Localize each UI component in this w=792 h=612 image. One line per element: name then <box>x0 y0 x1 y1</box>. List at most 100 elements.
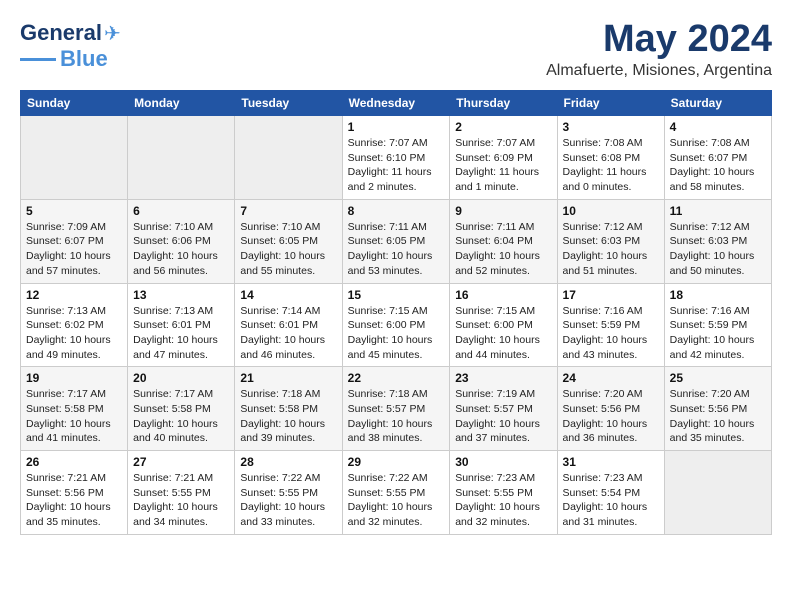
header: General ✈ Blue May 2024 Almafuerte, Misi… <box>20 20 772 80</box>
day-info: Sunrise: 7:17 AM Sunset: 5:58 PM Dayligh… <box>133 387 229 446</box>
day-number: 23 <box>455 371 551 385</box>
table-row: 11Sunrise: 7:12 AM Sunset: 6:03 PM Dayli… <box>664 199 771 283</box>
day-info: Sunrise: 7:08 AM Sunset: 6:08 PM Dayligh… <box>563 136 659 195</box>
day-number: 15 <box>348 288 445 302</box>
day-number: 30 <box>455 455 551 469</box>
day-info: Sunrise: 7:07 AM Sunset: 6:09 PM Dayligh… <box>455 136 551 195</box>
day-number: 1 <box>348 120 445 134</box>
table-row: 9 Sunrise: 7:11 AM Sunset: 6:04 PM Daylig… <box>450 199 557 283</box>
table-row <box>128 116 235 200</box>
table-row: 31 Sunrise: 7:23 AM Sunset: 5:54 PM Dayli… <box>557 451 664 535</box>
col-sunday: Sunday <box>21 91 128 116</box>
day-info: Sunrise: 7:12 AM Sunset: 6:03 PM Dayligh… <box>563 220 659 279</box>
table-row: 26Sunrise: 7:21 AM Sunset: 5:56 PM Dayli… <box>21 451 128 535</box>
col-tuesday: Tuesday <box>235 91 342 116</box>
day-info: Sunrise: 7:20 AM Sunset: 5:56 PM Dayligh… <box>670 387 766 446</box>
day-info: Sunrise: 7:21 AM Sunset: 5:55 PM Dayligh… <box>133 471 229 530</box>
calendar-title: May 2024 <box>546 20 772 58</box>
day-info: Sunrise: 7:22 AM Sunset: 5:55 PM Dayligh… <box>240 471 336 530</box>
day-number: 22 <box>348 371 445 385</box>
calendar-week-row: 26Sunrise: 7:21 AM Sunset: 5:56 PM Dayli… <box>21 451 772 535</box>
day-number: 17 <box>563 288 659 302</box>
table-row: 4Sunrise: 7:08 AM Sunset: 6:07 PM Daylig… <box>664 116 771 200</box>
col-saturday: Saturday <box>664 91 771 116</box>
table-row: 15Sunrise: 7:15 AM Sunset: 6:00 PM Dayli… <box>342 283 450 367</box>
day-number: 8 <box>348 204 445 218</box>
day-number: 12 <box>26 288 122 302</box>
col-friday: Friday <box>557 91 664 116</box>
day-number: 5 <box>26 204 122 218</box>
day-number: 21 <box>240 371 336 385</box>
table-row <box>664 451 771 535</box>
day-number: 25 <box>670 371 766 385</box>
day-info: Sunrise: 7:14 AM Sunset: 6:01 PM Dayligh… <box>240 304 336 363</box>
table-row: 23 Sunrise: 7:19 AM Sunset: 5:57 PM Dayli… <box>450 367 557 451</box>
day-number: 20 <box>133 371 229 385</box>
day-info: Sunrise: 7:11 AM Sunset: 6:05 PM Dayligh… <box>348 220 445 279</box>
day-info: Sunrise: 7:20 AM Sunset: 5:56 PM Dayligh… <box>563 387 659 446</box>
day-number: 16 <box>455 288 551 302</box>
table-row: 28 Sunrise: 7:22 AM Sunset: 5:55 PM Dayli… <box>235 451 342 535</box>
day-number: 28 <box>240 455 336 469</box>
calendar-table: Sunday Monday Tuesday Wednesday Thursday… <box>20 90 772 535</box>
day-info: Sunrise: 7:07 AM Sunset: 6:10 PM Dayligh… <box>348 136 445 195</box>
table-row: 8 Sunrise: 7:11 AM Sunset: 6:05 PM Daylig… <box>342 199 450 283</box>
table-row: 18Sunrise: 7:16 AM Sunset: 5:59 PM Dayli… <box>664 283 771 367</box>
day-info: Sunrise: 7:15 AM Sunset: 6:00 PM Dayligh… <box>455 304 551 363</box>
table-row: 3 Sunrise: 7:08 AM Sunset: 6:08 PM Daylig… <box>557 116 664 200</box>
day-info: Sunrise: 7:17 AM Sunset: 5:58 PM Dayligh… <box>26 387 122 446</box>
calendar-week-row: 1 Sunrise: 7:07 AM Sunset: 6:10 PM Daylig… <box>21 116 772 200</box>
day-number: 26 <box>26 455 122 469</box>
table-row: 12 Sunrise: 7:13 AM Sunset: 6:02 PM Dayli… <box>21 283 128 367</box>
day-number: 2 <box>455 120 551 134</box>
day-info: Sunrise: 7:12 AM Sunset: 6:03 PM Dayligh… <box>670 220 766 279</box>
day-number: 29 <box>348 455 445 469</box>
day-info: Sunrise: 7:13 AM Sunset: 6:01 PM Dayligh… <box>133 304 229 363</box>
calendar-header-row: Sunday Monday Tuesday Wednesday Thursday… <box>21 91 772 116</box>
day-number: 19 <box>26 371 122 385</box>
table-row: 24Sunrise: 7:20 AM Sunset: 5:56 PM Dayli… <box>557 367 664 451</box>
table-row: 7 Sunrise: 7:10 AM Sunset: 6:05 PM Daylig… <box>235 199 342 283</box>
day-number: 3 <box>563 120 659 134</box>
table-row: 2 Sunrise: 7:07 AM Sunset: 6:09 PM Daylig… <box>450 116 557 200</box>
day-number: 6 <box>133 204 229 218</box>
day-number: 9 <box>455 204 551 218</box>
table-row: 17Sunrise: 7:16 AM Sunset: 5:59 PM Dayli… <box>557 283 664 367</box>
day-info: Sunrise: 7:18 AM Sunset: 5:58 PM Dayligh… <box>240 387 336 446</box>
col-thursday: Thursday <box>450 91 557 116</box>
table-row <box>235 116 342 200</box>
table-row: 27 Sunrise: 7:21 AM Sunset: 5:55 PM Dayli… <box>128 451 235 535</box>
day-number: 27 <box>133 455 229 469</box>
table-row: 20 Sunrise: 7:17 AM Sunset: 5:58 PM Dayli… <box>128 367 235 451</box>
col-wednesday: Wednesday <box>342 91 450 116</box>
day-info: Sunrise: 7:22 AM Sunset: 5:55 PM Dayligh… <box>348 471 445 530</box>
logo-blue-text: Blue <box>60 46 108 72</box>
table-row: 13 Sunrise: 7:13 AM Sunset: 6:01 PM Dayli… <box>128 283 235 367</box>
day-number: 18 <box>670 288 766 302</box>
table-row: 16 Sunrise: 7:15 AM Sunset: 6:00 PM Dayli… <box>450 283 557 367</box>
day-info: Sunrise: 7:10 AM Sunset: 6:06 PM Dayligh… <box>133 220 229 279</box>
day-info: Sunrise: 7:23 AM Sunset: 5:54 PM Dayligh… <box>563 471 659 530</box>
table-row: 29 Sunrise: 7:22 AM Sunset: 5:55 PM Dayli… <box>342 451 450 535</box>
calendar-subtitle: Almafuerte, Misiones, Argentina <box>546 62 772 80</box>
table-row: 21 Sunrise: 7:18 AM Sunset: 5:58 PM Dayli… <box>235 367 342 451</box>
col-monday: Monday <box>128 91 235 116</box>
day-info: Sunrise: 7:13 AM Sunset: 6:02 PM Dayligh… <box>26 304 122 363</box>
day-number: 13 <box>133 288 229 302</box>
day-info: Sunrise: 7:11 AM Sunset: 6:04 PM Dayligh… <box>455 220 551 279</box>
logo-text: General <box>20 20 102 46</box>
table-row: 22Sunrise: 7:18 AM Sunset: 5:57 PM Dayli… <box>342 367 450 451</box>
table-row: 5Sunrise: 7:09 AM Sunset: 6:07 PM Daylig… <box>21 199 128 283</box>
calendar-week-row: 12 Sunrise: 7:13 AM Sunset: 6:02 PM Dayli… <box>21 283 772 367</box>
day-info: Sunrise: 7:10 AM Sunset: 6:05 PM Dayligh… <box>240 220 336 279</box>
day-number: 14 <box>240 288 336 302</box>
table-row: 14 Sunrise: 7:14 AM Sunset: 6:01 PM Dayli… <box>235 283 342 367</box>
day-info: Sunrise: 7:19 AM Sunset: 5:57 PM Dayligh… <box>455 387 551 446</box>
day-number: 31 <box>563 455 659 469</box>
table-row: 6 Sunrise: 7:10 AM Sunset: 6:06 PM Daylig… <box>128 199 235 283</box>
day-number: 7 <box>240 204 336 218</box>
calendar-week-row: 5Sunrise: 7:09 AM Sunset: 6:07 PM Daylig… <box>21 199 772 283</box>
calendar-week-row: 19 Sunrise: 7:17 AM Sunset: 5:58 PM Dayli… <box>21 367 772 451</box>
day-info: Sunrise: 7:08 AM Sunset: 6:07 PM Dayligh… <box>670 136 766 195</box>
table-row <box>21 116 128 200</box>
